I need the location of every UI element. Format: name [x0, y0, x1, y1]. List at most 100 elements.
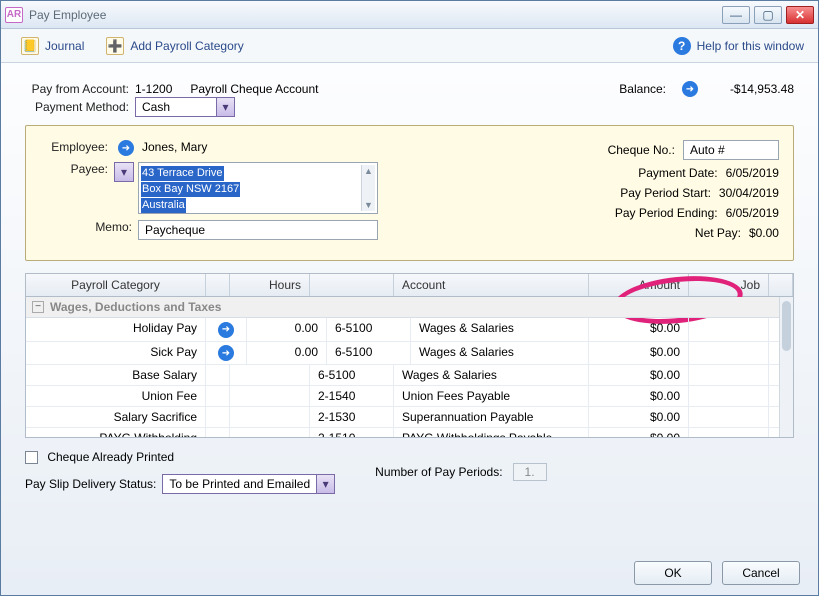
table-row[interactable]: Salary Sacrifice2-1530Superannuation Pay…	[26, 407, 793, 428]
cell-account-name: PAYG Withholdings Payable	[394, 428, 589, 437]
add-payroll-category-button[interactable]: ➕ Add Payroll Category	[100, 33, 249, 59]
grid-scrollbar[interactable]	[779, 297, 793, 437]
cell-amount[interactable]: $0.00	[589, 318, 689, 341]
app-badge: AR	[5, 7, 23, 23]
help-label: Help for this window	[697, 39, 804, 53]
cheque-printed-checkbox[interactable]	[25, 451, 38, 464]
cell-category: Holiday Pay	[26, 318, 206, 341]
cheque-no-value: Auto #	[690, 143, 725, 157]
cell-account-code: 6-5100	[327, 318, 411, 341]
cell-amount[interactable]: $0.00	[589, 342, 689, 365]
close-button[interactable]: ✕	[786, 6, 814, 24]
cell-hours[interactable]: 0.00	[247, 318, 327, 341]
col-arrow	[206, 274, 230, 296]
table-row[interactable]: Holiday Pay➜0.006-5100Wages & Salaries$0…	[26, 318, 793, 342]
cell-category: Union Fee	[26, 386, 206, 406]
memo-value: Paycheque	[145, 223, 205, 237]
balance-value: -$14,953.48	[714, 82, 794, 96]
num-periods-label: Number of Pay Periods:	[375, 465, 502, 479]
cell-account-code: 6-5100	[310, 365, 394, 385]
payroll-grid: Payroll Category Hours Account Amount Jo…	[25, 273, 794, 438]
cell-arrow	[206, 428, 230, 437]
table-row[interactable]: Sick Pay➜0.006-5100Wages & Salaries$0.00	[26, 342, 793, 366]
payee-dropdown-button[interactable]: ▾	[114, 162, 134, 182]
add-category-icon: ➕	[106, 37, 124, 55]
cell-account-name: Superannuation Payable	[394, 407, 589, 427]
payment-method-value: Cash	[136, 100, 216, 114]
cell-job[interactable]	[689, 342, 769, 365]
net-pay-value: $0.00	[749, 226, 779, 240]
cell-amount[interactable]: $0.00	[589, 365, 689, 385]
period-end-value: 6/05/2019	[726, 206, 779, 220]
titlebar: AR Pay Employee — ▢ ✕	[1, 1, 818, 29]
grid-section-row[interactable]: − Wages, Deductions and Taxes	[26, 297, 793, 318]
toolbar: 📒 Journal ➕ Add Payroll Category ? Help …	[1, 29, 818, 63]
table-row[interactable]: Base Salary6-5100Wages & Salaries$0.00	[26, 365, 793, 386]
row-arrow-icon[interactable]: ➜	[218, 322, 234, 338]
cheque-no-input[interactable]: Auto #	[683, 140, 779, 160]
pay-from-label: Pay from Account:	[25, 82, 135, 96]
employee-name: Jones, Mary	[142, 140, 207, 154]
cell-amount[interactable]: $0.00	[589, 407, 689, 427]
window-title: Pay Employee	[29, 8, 722, 22]
cell-hours[interactable]	[230, 365, 310, 385]
grid-section-label: Wages, Deductions and Taxes	[50, 300, 221, 314]
cell-job[interactable]	[689, 365, 769, 385]
ok-button[interactable]: OK	[634, 561, 712, 585]
scrollbar-thumb[interactable]	[782, 301, 791, 351]
cell-job[interactable]	[689, 407, 769, 427]
employee-arrow-icon[interactable]: ➜	[118, 140, 134, 156]
help-link[interactable]: ? Help for this window	[673, 37, 804, 55]
cell-hours[interactable]	[230, 407, 310, 427]
cancel-button[interactable]: Cancel	[722, 561, 800, 585]
cell-amount[interactable]: $0.00	[589, 386, 689, 406]
cell-amount[interactable]: $0.00	[589, 428, 689, 437]
cell-arrow[interactable]: ➜	[206, 318, 247, 341]
chevron-down-icon: ▾	[216, 98, 234, 116]
payee-line-2: Box Bay NSW 2167	[141, 182, 240, 197]
chevron-down-icon: ▾	[115, 163, 133, 181]
cell-arrow[interactable]: ➜	[206, 342, 247, 365]
add-category-label: Add Payroll Category	[130, 39, 243, 53]
payee-scrollbar[interactable]: ▲ ▼	[361, 165, 375, 211]
cell-category: Base Salary	[26, 365, 206, 385]
col-amount[interactable]: Amount	[589, 274, 689, 296]
help-icon: ?	[673, 37, 691, 55]
payment-date-value: 6/05/2019	[726, 166, 779, 180]
collapse-icon[interactable]: −	[32, 301, 44, 313]
cell-job[interactable]	[689, 318, 769, 341]
col-job[interactable]: Job	[689, 274, 769, 296]
cell-hours[interactable]: 0.00	[247, 342, 327, 365]
cell-job[interactable]	[689, 386, 769, 406]
cell-account-code: 2-1540	[310, 386, 394, 406]
memo-input[interactable]: Paycheque	[138, 220, 378, 240]
table-row[interactable]: Union Fee2-1540Union Fees Payable$0.00	[26, 386, 793, 407]
balance-arrow-icon[interactable]: ➜	[682, 81, 698, 97]
cell-category: Salary Sacrifice	[26, 407, 206, 427]
pay-employee-window: AR Pay Employee — ▢ ✕ 📒 Journal ➕ Add Pa…	[0, 0, 819, 596]
payee-address-input[interactable]: 43 Terrace Drive Box Bay NSW 2167 Austra…	[138, 162, 378, 214]
delivery-select[interactable]: To be Printed and Emailed ▾	[162, 474, 335, 494]
col-account[interactable]: Account	[394, 274, 589, 296]
num-periods-value: 1.	[513, 463, 547, 481]
payment-method-select[interactable]: Cash ▾	[135, 97, 235, 117]
row-arrow-icon[interactable]: ➜	[218, 345, 234, 361]
cell-arrow	[206, 365, 230, 385]
cell-hours[interactable]	[230, 428, 310, 437]
cell-arrow	[206, 407, 230, 427]
col-category[interactable]: Payroll Category	[26, 274, 206, 296]
payment-method-label: Payment Method:	[25, 100, 135, 114]
cell-category: Sick Pay	[26, 342, 206, 365]
cell-hours[interactable]	[230, 386, 310, 406]
maximize-button[interactable]: ▢	[754, 6, 782, 24]
minimize-button[interactable]: —	[722, 6, 750, 24]
period-start-value: 30/04/2019	[719, 186, 779, 200]
cheque-no-label: Cheque No.:	[563, 143, 675, 157]
memo-label: Memo:	[40, 220, 138, 234]
cell-arrow	[206, 386, 230, 406]
cell-job[interactable]	[689, 428, 769, 437]
table-row[interactable]: PAYG Withholding2-1510PAYG Withholdings …	[26, 428, 793, 437]
col-hours[interactable]: Hours	[230, 274, 310, 296]
journal-button[interactable]: 📒 Journal	[15, 33, 90, 59]
cell-account-code: 6-5100	[327, 342, 411, 365]
